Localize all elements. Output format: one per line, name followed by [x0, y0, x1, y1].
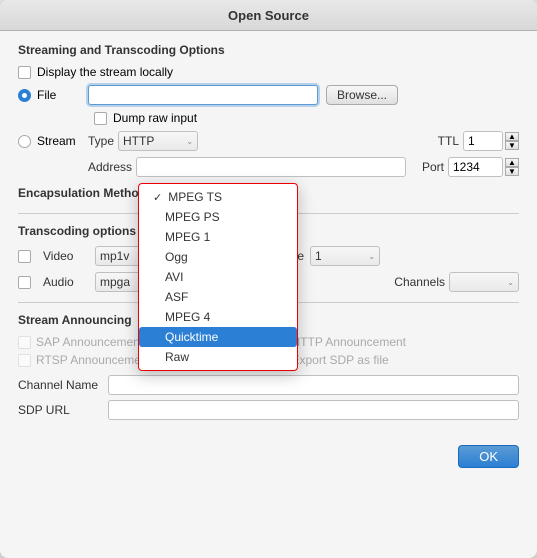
browse-button[interactable]: Browse...	[326, 85, 398, 105]
dropdown-item-asf[interactable]: ASF	[139, 287, 297, 307]
dialog-content: Streaming and Transcoding Options Displa…	[0, 31, 537, 437]
file-row: File Browse...	[18, 85, 519, 105]
dump-raw-label: Dump raw input	[113, 111, 197, 125]
file-radio[interactable]	[18, 89, 31, 102]
address-input[interactable]	[136, 157, 406, 177]
file-input[interactable]	[88, 85, 318, 105]
ttl-label: TTL	[438, 134, 459, 148]
sdp-url-label: SDP URL	[18, 403, 108, 417]
channel-name-input[interactable]	[108, 375, 519, 395]
video-checkbox[interactable]	[18, 250, 31, 263]
dropdown-item-mpeg-ps[interactable]: MPEG PS	[139, 207, 297, 227]
video-scale-arrow: ⌄	[368, 252, 375, 261]
dialog-window: Open Source Streaming and Transcoding Op…	[0, 0, 537, 558]
address-label: Address	[88, 160, 132, 174]
address-row: Address Port ▲ ▼	[18, 157, 519, 177]
encapsulation-row: Encapsulation Method MPEG TS ⌄ MPEG TS M…	[18, 183, 519, 203]
audio-channels-select[interactable]: ⌄	[449, 272, 519, 292]
sap-label: SAP Announcement	[36, 335, 143, 349]
sdp-url-input[interactable]	[108, 400, 519, 420]
channel-name-label: Channel Name	[18, 378, 108, 392]
encapsulation-label: Encapsulation Method	[18, 186, 158, 200]
channels-arrow: ⌄	[507, 278, 514, 287]
ok-button[interactable]: OK	[458, 445, 519, 468]
sap-checkbox[interactable]	[18, 336, 31, 349]
audio-checkbox[interactable]	[18, 276, 31, 289]
type-select[interactable]: HTTP ⌄	[118, 131, 198, 151]
display-stream-checkbox[interactable]	[18, 66, 31, 79]
sdp-url-row: SDP URL	[18, 400, 519, 420]
port-input[interactable]	[448, 157, 503, 177]
stream-radio[interactable]	[18, 135, 31, 148]
dump-raw-checkbox[interactable]	[94, 112, 107, 125]
rtsp-checkbox[interactable]	[18, 354, 31, 367]
dropdown-item-avi[interactable]: AVI	[139, 267, 297, 287]
display-stream-row: Display the stream locally	[18, 65, 519, 79]
ttl-down-button[interactable]: ▼	[505, 141, 519, 150]
channel-name-row: Channel Name	[18, 375, 519, 395]
export-sdp-label: Export SDP as file	[292, 353, 389, 367]
video-scale-select[interactable]: 1 ⌄	[310, 246, 380, 266]
display-stream-label: Display the stream locally	[37, 65, 173, 79]
dropdown-item-mpeg-1[interactable]: MPEG 1	[139, 227, 297, 247]
http-label: HTTP Announcement	[292, 335, 407, 349]
streaming-section-title: Streaming and Transcoding Options	[18, 43, 519, 57]
dropdown-item-quicktime[interactable]: Quicktime	[139, 327, 297, 347]
audio-channels-label: Channels	[394, 275, 445, 289]
stream-row: Stream Type HTTP ⌄ TTL ▲ ▼	[18, 131, 519, 151]
rtsp-label: RTSP Announcement	[36, 353, 151, 367]
dialog-title: Open Source	[0, 0, 537, 31]
dropdown-item-mpeg-ts[interactable]: MPEG TS	[139, 187, 297, 207]
dialog-footer: OK	[0, 437, 537, 480]
dropdown-item-raw[interactable]: Raw	[139, 347, 297, 367]
ttl-up-button[interactable]: ▲	[505, 132, 519, 141]
port-label: Port	[422, 160, 444, 174]
dropdown-item-mpeg-4[interactable]: MPEG 4	[139, 307, 297, 327]
dropdown-item-ogg[interactable]: Ogg	[139, 247, 297, 267]
port-up-button[interactable]: ▲	[505, 158, 519, 167]
audio-label: Audio	[43, 275, 95, 289]
export-sdp-row: Export SDP as file	[274, 353, 520, 367]
ttl-input[interactable]	[463, 131, 503, 151]
stream-label: Stream	[37, 134, 76, 148]
ttl-stepper: ▲ ▼	[505, 132, 519, 150]
encapsulation-dropdown: MPEG TS MPEG PS MPEG 1 Ogg AVI ASF MPEG …	[138, 183, 298, 371]
file-label: File	[37, 88, 56, 102]
type-select-arrow: ⌄	[186, 137, 193, 146]
http-row: HTTP Announcement	[274, 335, 520, 349]
type-label: Type	[88, 134, 114, 148]
video-label: Video	[43, 249, 95, 263]
port-down-button[interactable]: ▼	[505, 167, 519, 176]
port-stepper: ▲ ▼	[505, 158, 519, 176]
dump-raw-row: Dump raw input	[94, 111, 519, 125]
